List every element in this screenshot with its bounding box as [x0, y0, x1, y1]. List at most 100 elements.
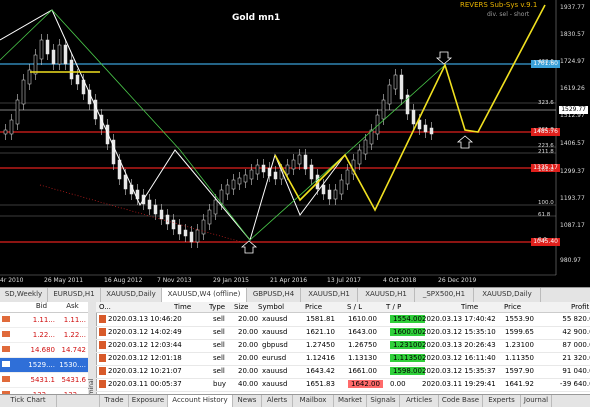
terminal-tab[interactable]: Journal	[521, 395, 552, 407]
candle-body	[423, 124, 428, 133]
mw-ask: 5431.6	[61, 376, 87, 384]
symbol-icon	[0, 376, 26, 384]
cell-tp: 0.00	[390, 380, 406, 388]
cell-profit: -39 640.00	[559, 380, 590, 388]
col-size[interactable]: Size	[234, 303, 248, 311]
history-row[interactable]: 2020.03.11 00:05:37 buy 40.00 xauusd 1651.83…	[96, 378, 590, 392]
cell-profit: 91 040.00	[562, 367, 590, 375]
candle-body	[15, 99, 20, 125]
market-watch-row[interactable]: 14.680 14.742	[0, 343, 88, 358]
history-row[interactable]: 2020.03.13 10:46:20 sell 20.00 xauusd 1581.8…	[96, 313, 590, 327]
candle-body	[21, 79, 26, 105]
candle-body	[261, 164, 266, 173]
cell-size: 20.00	[238, 341, 259, 349]
cell-symbol: xauusd	[262, 380, 288, 388]
price-tick-label: 1619.26	[560, 85, 585, 92]
candle-body	[69, 59, 74, 80]
chart-tab[interactable]: XAUUSD,H1	[358, 288, 415, 302]
candle-body	[387, 84, 392, 105]
spacer	[57, 395, 100, 407]
history-row[interactable]: 2020.03.12 12:03:44 sell 20.00 gbpusd 1.2745…	[96, 339, 590, 353]
history-row[interactable]: 2020.03.12 14:02:49 sell 20.00 xauusd 1621.1…	[96, 326, 590, 340]
candle-body	[75, 74, 80, 85]
price-tick-label: 1406.57	[560, 140, 585, 147]
candle-body	[273, 171, 278, 180]
cell-time2: 2020.03.12 15:35:37	[422, 367, 496, 375]
cell-type: sell	[213, 341, 225, 349]
cell-type: buy	[213, 380, 227, 388]
col-close-price[interactable]: Price	[504, 303, 521, 311]
col-type[interactable]: Type	[209, 303, 225, 311]
time-axis-label: 16 Aug 2012	[104, 277, 143, 284]
history-row[interactable]: 2020.03.12 10:21:07 sell 20.00 xauusd 1643.4…	[96, 365, 590, 379]
cell-symbol: xauusd	[262, 328, 288, 336]
candle-body	[333, 189, 338, 200]
cell-tp: 1554.00	[390, 315, 425, 323]
chart-tab[interactable]: _SPX500,H1	[415, 288, 474, 302]
col-symbol[interactable]: Symbol	[258, 303, 284, 311]
chart-title: Gold mn1	[232, 13, 281, 23]
terminal-tab[interactable]: Market	[334, 395, 367, 407]
candle-body	[339, 179, 344, 195]
candle-body	[291, 159, 296, 170]
candle-body	[39, 39, 44, 60]
candle-body	[159, 209, 164, 220]
cell-price: 1.12416	[306, 354, 335, 362]
symbol-icon	[0, 361, 26, 369]
chart-tab[interactable]: GBPUSD,H4	[247, 288, 301, 302]
terminal-tab[interactable]: Experts	[483, 395, 521, 407]
terminal-tab[interactable]: Trade	[100, 395, 129, 407]
price-tick-label: 1193.77	[560, 195, 585, 202]
mw-symbol-header	[0, 302, 26, 312]
market-watch-header: Bid Ask	[0, 302, 88, 313]
candle-body	[207, 209, 212, 225]
fib-level-label: 323.6	[538, 100, 554, 106]
cell-symbol: eurusd	[262, 354, 287, 362]
cell-time2: 2020.03.13 17:40:42	[422, 315, 496, 323]
chart-tab[interactable]: XAUUSD,W4 (offline)	[162, 288, 247, 302]
order-icon	[98, 380, 107, 388]
terminal-tab[interactable]: News	[233, 395, 262, 407]
chart-tab[interactable]: EURUSD,H1	[48, 288, 101, 302]
terminal-tab[interactable]: Signals	[367, 395, 400, 407]
cell-time: 2020.03.12 14:02:49	[108, 328, 182, 336]
market-watch-row[interactable]: 1529.... 1530....	[0, 358, 88, 373]
chart-tab[interactable]: SD,Weekly	[0, 288, 48, 302]
candle-body	[165, 214, 170, 225]
system-name: REVERS Sub-Sys v.9.1	[460, 1, 538, 9]
terminal-tab[interactable]: Mailbox	[293, 395, 334, 407]
fib-level-label: 423.6	[538, 59, 554, 65]
candle-body	[255, 164, 260, 175]
terminal-tab[interactable]: Articles	[400, 395, 439, 407]
cell-size: 20.00	[238, 367, 259, 375]
terminal-tab[interactable]: Alerts	[262, 395, 293, 407]
cell-price2: 1641.92	[505, 380, 534, 388]
chart-tab[interactable]: XAUUSD,Daily	[101, 288, 162, 302]
bottom-tabs-bar: Tick Chart Trade Exposure Account History Ne…	[0, 394, 590, 407]
cell-symbol: xauusd	[262, 367, 288, 375]
chart-tab[interactable]: XAUUSD,Daily	[474, 288, 541, 302]
price-chart[interactable]: Gold mn1 REVERS Sub-Sys v.9.1 div. sel -…	[0, 0, 590, 287]
col-price[interactable]: Price	[305, 303, 322, 311]
market-watch-row[interactable]: 1.22... 1.22...	[0, 328, 88, 343]
terminal-tab[interactable]: Account History	[168, 395, 233, 407]
candle-body	[309, 164, 314, 180]
col-order[interactable]: O...	[99, 303, 111, 311]
cell-sl: 1661.00	[348, 367, 377, 375]
col-time[interactable]: Time	[174, 303, 191, 311]
chart-tab[interactable]: XAUUSD,H1	[301, 288, 358, 302]
candle-body	[321, 184, 326, 195]
col-tp[interactable]: T / P	[386, 303, 401, 311]
tick-chart-tab[interactable]: Tick Chart	[0, 395, 57, 407]
col-profit[interactable]: Profit	[571, 303, 589, 311]
market-watch-row[interactable]: 1.11... 1.11...	[0, 313, 88, 328]
col-sl[interactable]: S / L	[347, 303, 362, 311]
order-icon	[98, 315, 107, 323]
cell-price2: 1.23100	[505, 341, 534, 349]
terminal-tab[interactable]: Code Base	[439, 395, 483, 407]
history-row[interactable]: 2020.03.12 12:01:18 sell 20.00 eurusd 1.1241…	[96, 352, 590, 366]
time-axis-label: 4r 2010	[0, 277, 24, 284]
market-watch-row[interactable]: 5431.1 5431.6	[0, 373, 88, 388]
terminal-tab[interactable]: Exposure	[129, 395, 168, 407]
col-close-time[interactable]: Time	[461, 303, 478, 311]
